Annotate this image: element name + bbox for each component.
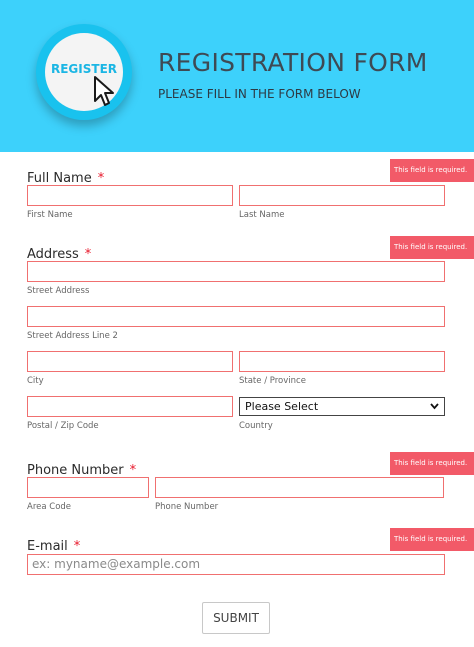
country-select-value: Please Select xyxy=(245,400,319,413)
submit-button[interactable]: SUBMIT xyxy=(202,602,270,634)
street-address-sublabel: Street Address xyxy=(27,286,90,296)
state-province-input[interactable] xyxy=(239,351,445,372)
full-name-label: Full Name * xyxy=(27,171,105,186)
address-label: Address * xyxy=(27,247,92,262)
form-header: REGISTER REGISTRATION FORM PLEASE FILL I… xyxy=(0,0,474,152)
state-province-sublabel: State / Province xyxy=(239,376,306,386)
email-error-badge: This field is required. xyxy=(390,528,474,551)
last-name-sublabel: Last Name xyxy=(239,210,285,220)
street-address-line2-sublabel: Street Address Line 2 xyxy=(27,331,118,341)
register-logo: REGISTER xyxy=(36,24,132,120)
page-title: REGISTRATION FORM xyxy=(158,48,428,77)
first-name-input[interactable] xyxy=(27,185,233,206)
email-input[interactable]: ex: myname@example.com xyxy=(27,554,445,575)
area-code-input[interactable] xyxy=(27,477,149,498)
address-error-badge: This field is required. xyxy=(390,236,474,259)
city-input[interactable] xyxy=(27,351,233,372)
email-placeholder: ex: myname@example.com xyxy=(32,557,201,571)
required-mark: * xyxy=(129,463,137,478)
phone-number-label: Phone Number * xyxy=(27,463,137,478)
postal-code-sublabel: Postal / Zip Code xyxy=(27,421,99,431)
full-name-error-badge: This field is required. xyxy=(390,159,474,182)
city-sublabel: City xyxy=(27,376,44,386)
phone-number-sublabel: Phone Number xyxy=(155,502,219,512)
logo-text: REGISTER xyxy=(50,62,118,76)
required-mark: * xyxy=(84,247,92,262)
pointer-cursor-icon xyxy=(94,76,114,106)
required-mark: * xyxy=(97,171,105,186)
area-code-sublabel: Area Code xyxy=(27,502,72,512)
postal-code-input[interactable] xyxy=(27,396,233,417)
chevron-down-icon xyxy=(430,403,439,410)
required-mark: * xyxy=(73,539,81,554)
phone-number-input[interactable] xyxy=(155,477,444,498)
page-subtitle: PLEASE FILL IN THE FORM BELOW xyxy=(158,87,361,101)
street-address-line2-input[interactable] xyxy=(27,306,445,327)
last-name-input[interactable] xyxy=(239,185,445,206)
email-label: E-mail * xyxy=(27,539,81,554)
first-name-sublabel: First Name xyxy=(27,210,73,220)
logo-inner-circle: REGISTER xyxy=(45,33,123,111)
street-address-input[interactable] xyxy=(27,261,445,282)
phone-error-badge: This field is required. xyxy=(390,452,474,475)
country-sublabel: Country xyxy=(239,421,273,431)
country-select[interactable]: Please Select xyxy=(239,397,445,416)
